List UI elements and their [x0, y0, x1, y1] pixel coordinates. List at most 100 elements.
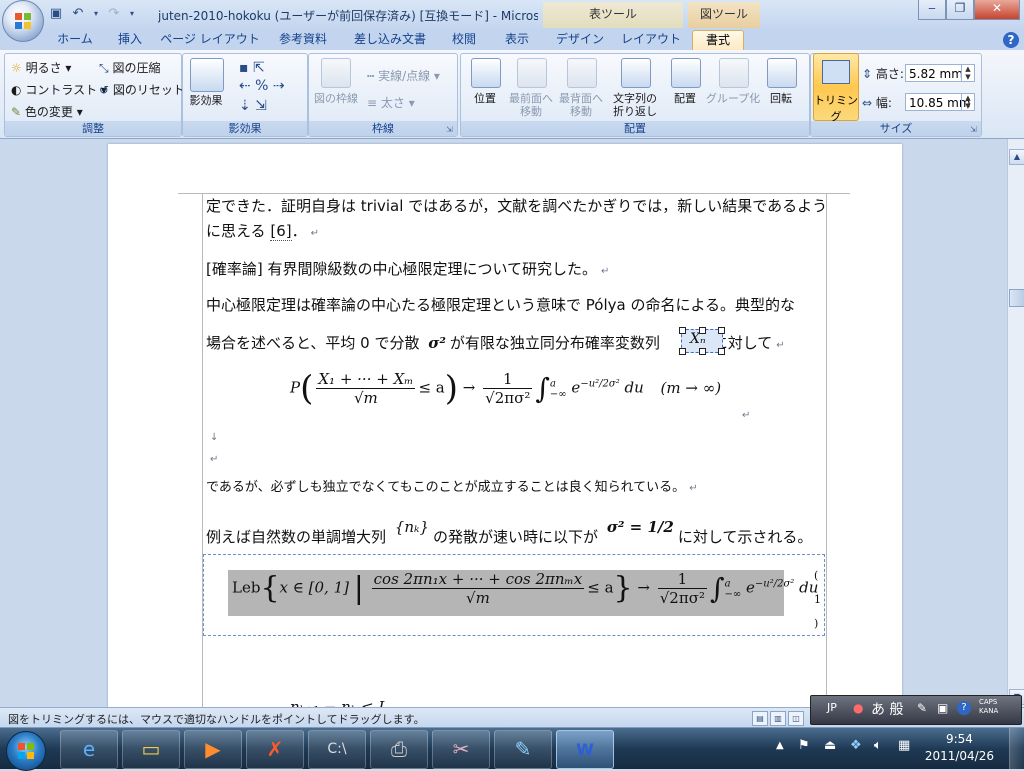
undo-icon[interactable]: ↶ [70, 6, 86, 22]
tab-layout[interactable]: レイアウト [620, 30, 682, 50]
command-prompt-icon[interactable]: C:\ [308, 730, 366, 769]
xampp-icon[interactable]: ✗ [246, 730, 304, 769]
file-explorer-icon[interactable]: ▭ [122, 730, 180, 769]
tab-page-layout[interactable]: ページ レイアウト [160, 30, 260, 50]
document-area[interactable]: 定できた．証明自身は trivial ではあるが，文献を調べたかぎりでは，新しい… [0, 139, 1007, 707]
ime-mode[interactable]: あ 般 [871, 699, 903, 719]
close-button[interactable]: ✕ [974, 0, 1020, 20]
rotate-icon[interactable] [767, 58, 797, 88]
document-page[interactable]: 定できた．証明自身は trivial ではあるが，文献を調べたかぎりでは，新しい… [108, 144, 902, 707]
citation-link[interactable]: [6] [270, 222, 292, 241]
bring-to-front-button[interactable]: 最前面へ 移動 [505, 92, 557, 118]
height-spinner[interactable]: 5.82 mm ▲ ▼ [905, 64, 975, 82]
web-layout-view-icon[interactable]: ◫ [788, 711, 804, 726]
size-dialog-launcher-icon[interactable]: ⇲ [970, 125, 979, 134]
word-icon[interactable]: W [556, 730, 614, 769]
customize-qat-icon[interactable]: ▾ [128, 6, 136, 22]
sun-icon: ☼ [11, 61, 22, 75]
dash-style-button[interactable]: ┅ 実線/点線 ▾ [367, 67, 440, 84]
tab-mailings[interactable]: 差し込み文書 [346, 30, 434, 50]
resize-handle[interactable] [679, 327, 686, 334]
shadow-effects-button[interactable]: 影効果 [183, 94, 229, 107]
width-spinner[interactable]: 10.85 mm ▲ ▼ [905, 93, 975, 111]
restore-button[interactable]: ❐ [946, 0, 974, 20]
full-screen-view-icon[interactable]: ▥ [770, 711, 786, 726]
minimize-button[interactable]: ‒ [918, 0, 946, 20]
align-icon[interactable] [671, 58, 701, 88]
group-label-arrange: 配置 [461, 121, 809, 136]
border-dialog-launcher-icon[interactable]: ⇲ [446, 125, 455, 134]
scroll-up-icon[interactable]: ▲ [1009, 149, 1024, 165]
redo-icon[interactable]: ↷ [106, 6, 122, 22]
save-icon[interactable]: ▣ [48, 6, 64, 22]
help-icon[interactable]: ? [1003, 32, 1019, 48]
crop-button[interactable]: トリミング [813, 53, 859, 123]
contrast-button[interactable]: ◐ コントラスト ▾ [11, 81, 107, 98]
resize-handle[interactable] [718, 327, 725, 334]
printer-icon[interactable]: ⎙ [370, 730, 428, 769]
compress-pictures-button[interactable]: ⤡ 図の圧縮 [99, 59, 160, 76]
align-button[interactable]: 配置 [663, 92, 707, 105]
resize-handle[interactable] [718, 348, 725, 355]
snipping-tool-icon[interactable]: ✂ [432, 730, 490, 769]
brightness-button[interactable]: ☼ 明るさ ▾ [11, 59, 71, 76]
language-bar[interactable]: JP ● あ 般 ✎ ▣ ? CAPS KANA [810, 695, 1022, 725]
start-button[interactable] [6, 731, 46, 771]
position-icon[interactable] [471, 58, 501, 88]
resize-handle[interactable] [679, 348, 686, 355]
resize-handle[interactable] [699, 327, 706, 334]
picture-border-button[interactable]: 図の枠線 [309, 92, 363, 105]
reset-picture-button[interactable]: ↺ 図のリセット [99, 81, 185, 98]
height-spin-arrows-icon[interactable]: ▲ ▼ [961, 65, 974, 81]
group-objects-button[interactable]: グループ化 [705, 92, 761, 105]
width-spin-arrows-icon[interactable]: ▲ ▼ [961, 94, 974, 110]
send-to-back-icon[interactable] [567, 58, 597, 88]
print-layout-view-icon[interactable]: ▤ [752, 711, 768, 726]
tab-home[interactable]: ホーム [46, 30, 104, 50]
nudge-shadow-up-icon[interactable]: ▪ ⇱ [239, 60, 265, 76]
vertical-scrollbar[interactable]: ▲ ▼ [1007, 139, 1024, 707]
network-icon[interactable]: ▦ [898, 738, 910, 753]
rotate-button[interactable]: 回転 [761, 92, 801, 105]
resize-handle[interactable] [699, 348, 706, 355]
shadow-toggle-icon[interactable]: ⇠ % ⇢ [239, 78, 285, 94]
internet-explorer-icon[interactable]: e [60, 730, 118, 769]
clock-time: 9:54 [945, 732, 973, 746]
safely-remove-icon[interactable]: ⏏ [824, 738, 836, 753]
tab-references[interactable]: 参考資料 [268, 30, 338, 50]
send-to-back-button[interactable]: 最背面へ 移動 [555, 92, 607, 118]
tab-review[interactable]: 校閲 [442, 30, 486, 50]
media-player-icon[interactable]: ▶ [184, 730, 242, 769]
tab-format[interactable]: 書式 [692, 30, 744, 51]
tab-view[interactable]: 表示 [494, 30, 540, 50]
input-language[interactable]: JP [827, 701, 837, 714]
nudge-shadow-down-icon[interactable]: ⇣ ⇲ [239, 98, 267, 114]
group-objects-icon[interactable] [719, 58, 749, 88]
show-hidden-icons-icon[interactable]: ▲ [776, 740, 784, 751]
selected-inline-equation-object[interactable]: Xₙ [679, 327, 725, 355]
ime-dictionary-icon[interactable]: ▣ [937, 701, 948, 715]
text-wrapping-icon[interactable] [621, 58, 651, 88]
ime-tools-icon[interactable]: ✎ [917, 701, 927, 715]
recolor-button[interactable]: ✎ 色の変更 ▾ [11, 103, 83, 120]
office-button[interactable] [2, 0, 44, 42]
shadow-effects-icon[interactable] [190, 58, 224, 92]
scroll-thumb[interactable] [1009, 289, 1024, 307]
bring-to-front-icon[interactable] [517, 58, 547, 88]
volume-icon[interactable]: 🔈︎ [874, 738, 882, 753]
show-desktop-button[interactable] [1009, 728, 1024, 769]
tab-insert[interactable]: 挿入 [108, 30, 152, 50]
ime-status-icon[interactable]: ● [853, 701, 863, 715]
text-wrapping-button[interactable]: 文字列の 折り返し [607, 92, 663, 118]
picture-border-icon[interactable] [321, 58, 351, 88]
weight-button[interactable]: ≡ 太さ ▾ [367, 94, 415, 111]
paint-icon[interactable]: ✎ [494, 730, 552, 769]
clock[interactable]: 9:54 2011/04/26 [925, 731, 994, 765]
action-center-icon[interactable]: ⚑ [798, 738, 810, 753]
tab-design[interactable]: デザイン [549, 30, 611, 50]
group-label-adjust: 調整 [5, 121, 181, 136]
position-button[interactable]: 位置 [463, 92, 507, 105]
ime-help-icon[interactable]: ? [957, 701, 971, 715]
dropbox-icon[interactable]: ❖ [850, 738, 862, 753]
undo-dropdown-icon[interactable]: ▾ [92, 6, 100, 22]
